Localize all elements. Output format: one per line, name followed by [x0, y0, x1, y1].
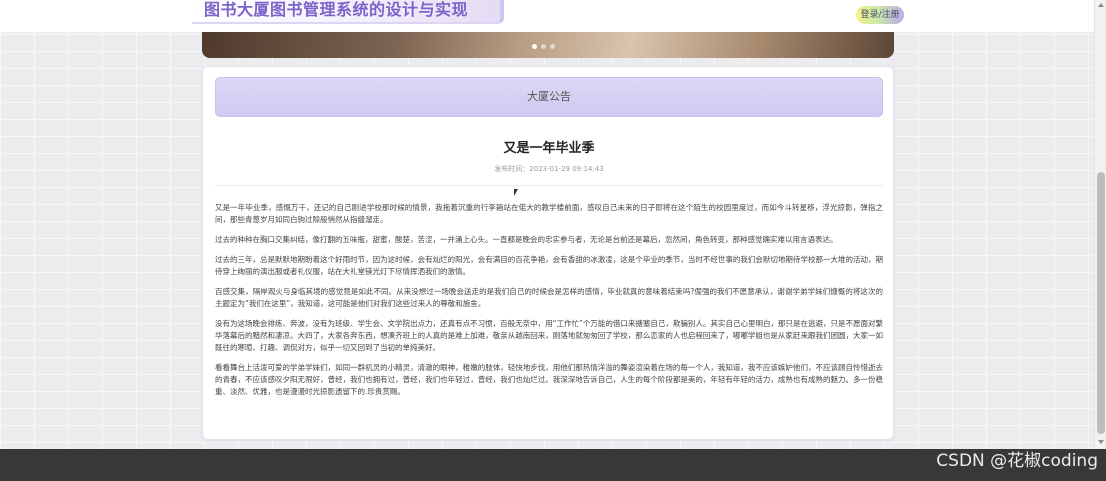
article-paragraph: 看看舞台上活泼可爱的学弟学妹们，如同一群机灵的小精灵，清澈的眼神，稚嫩的肢体，轻…	[215, 363, 883, 396]
carousel-dot-1[interactable]	[532, 44, 537, 49]
article-paragraph: 百感交集，隔岸观火与身临其境的感觉竟是如此不同。从来没想过一场晚会送走的是我们自…	[215, 287, 883, 308]
divider	[215, 185, 883, 186]
carousel-indicators	[532, 44, 555, 50]
top-navigation-bar: 图书大厦图书管理系统的设计与实现 登录/注册	[0, 0, 1094, 32]
scrollbar-thumb[interactable]	[1097, 172, 1105, 434]
site-title[interactable]: 图书大厦图书管理系统的设计与实现	[192, 0, 504, 24]
mouse-cursor-icon	[514, 189, 518, 196]
scroll-up-arrow-icon[interactable]	[1098, 3, 1104, 7]
scroll-down-arrow-icon[interactable]	[1098, 440, 1104, 444]
article-paragraph: 过去的种种在胸口交集纠结，像打翻的五味瓶，甜蜜，酸楚，苦涩，一并涌上心头。一直都…	[215, 235, 838, 244]
notice-card: 大厦公告 又是一年毕业季 发布时间：2023-01-29 09:14:43 又是…	[202, 66, 894, 440]
carousel-dot-3[interactable]	[550, 44, 555, 49]
article-title: 又是一年毕业季	[503, 141, 595, 156]
article-paragraph: 过去的三年，总是默默地期盼着这个好雨时节，因为这时候，会有灿烂的阳光，会有满目的…	[215, 255, 883, 276]
article-paragraph: 没有为这场晚会排练、奔波，没有为班级、学生会、文学院出点力，还真有点不习惯，百般…	[215, 319, 883, 352]
carousel-dot-2[interactable]	[541, 44, 546, 49]
watermark-text: CSDN @花椒coding	[936, 451, 1098, 471]
page-scrollbar[interactable]	[1094, 0, 1106, 449]
login-register-button[interactable]: 登录/注册	[856, 6, 904, 24]
article-paragraph: 又是一年毕业季，感慨万千，还记的自己刚进学校那时候的情景，我拖着沉重的行李箱站在…	[215, 203, 883, 224]
article-publish-time: 发布时间：2023-01-29 09:14:43	[494, 165, 604, 173]
notice-section-title: 大厦公告	[215, 77, 883, 117]
article-body: 又是一年毕业季，感慨万千，还记的自己刚进学校那时候的情景，我拖着沉重的行李箱站在…	[215, 202, 883, 406]
